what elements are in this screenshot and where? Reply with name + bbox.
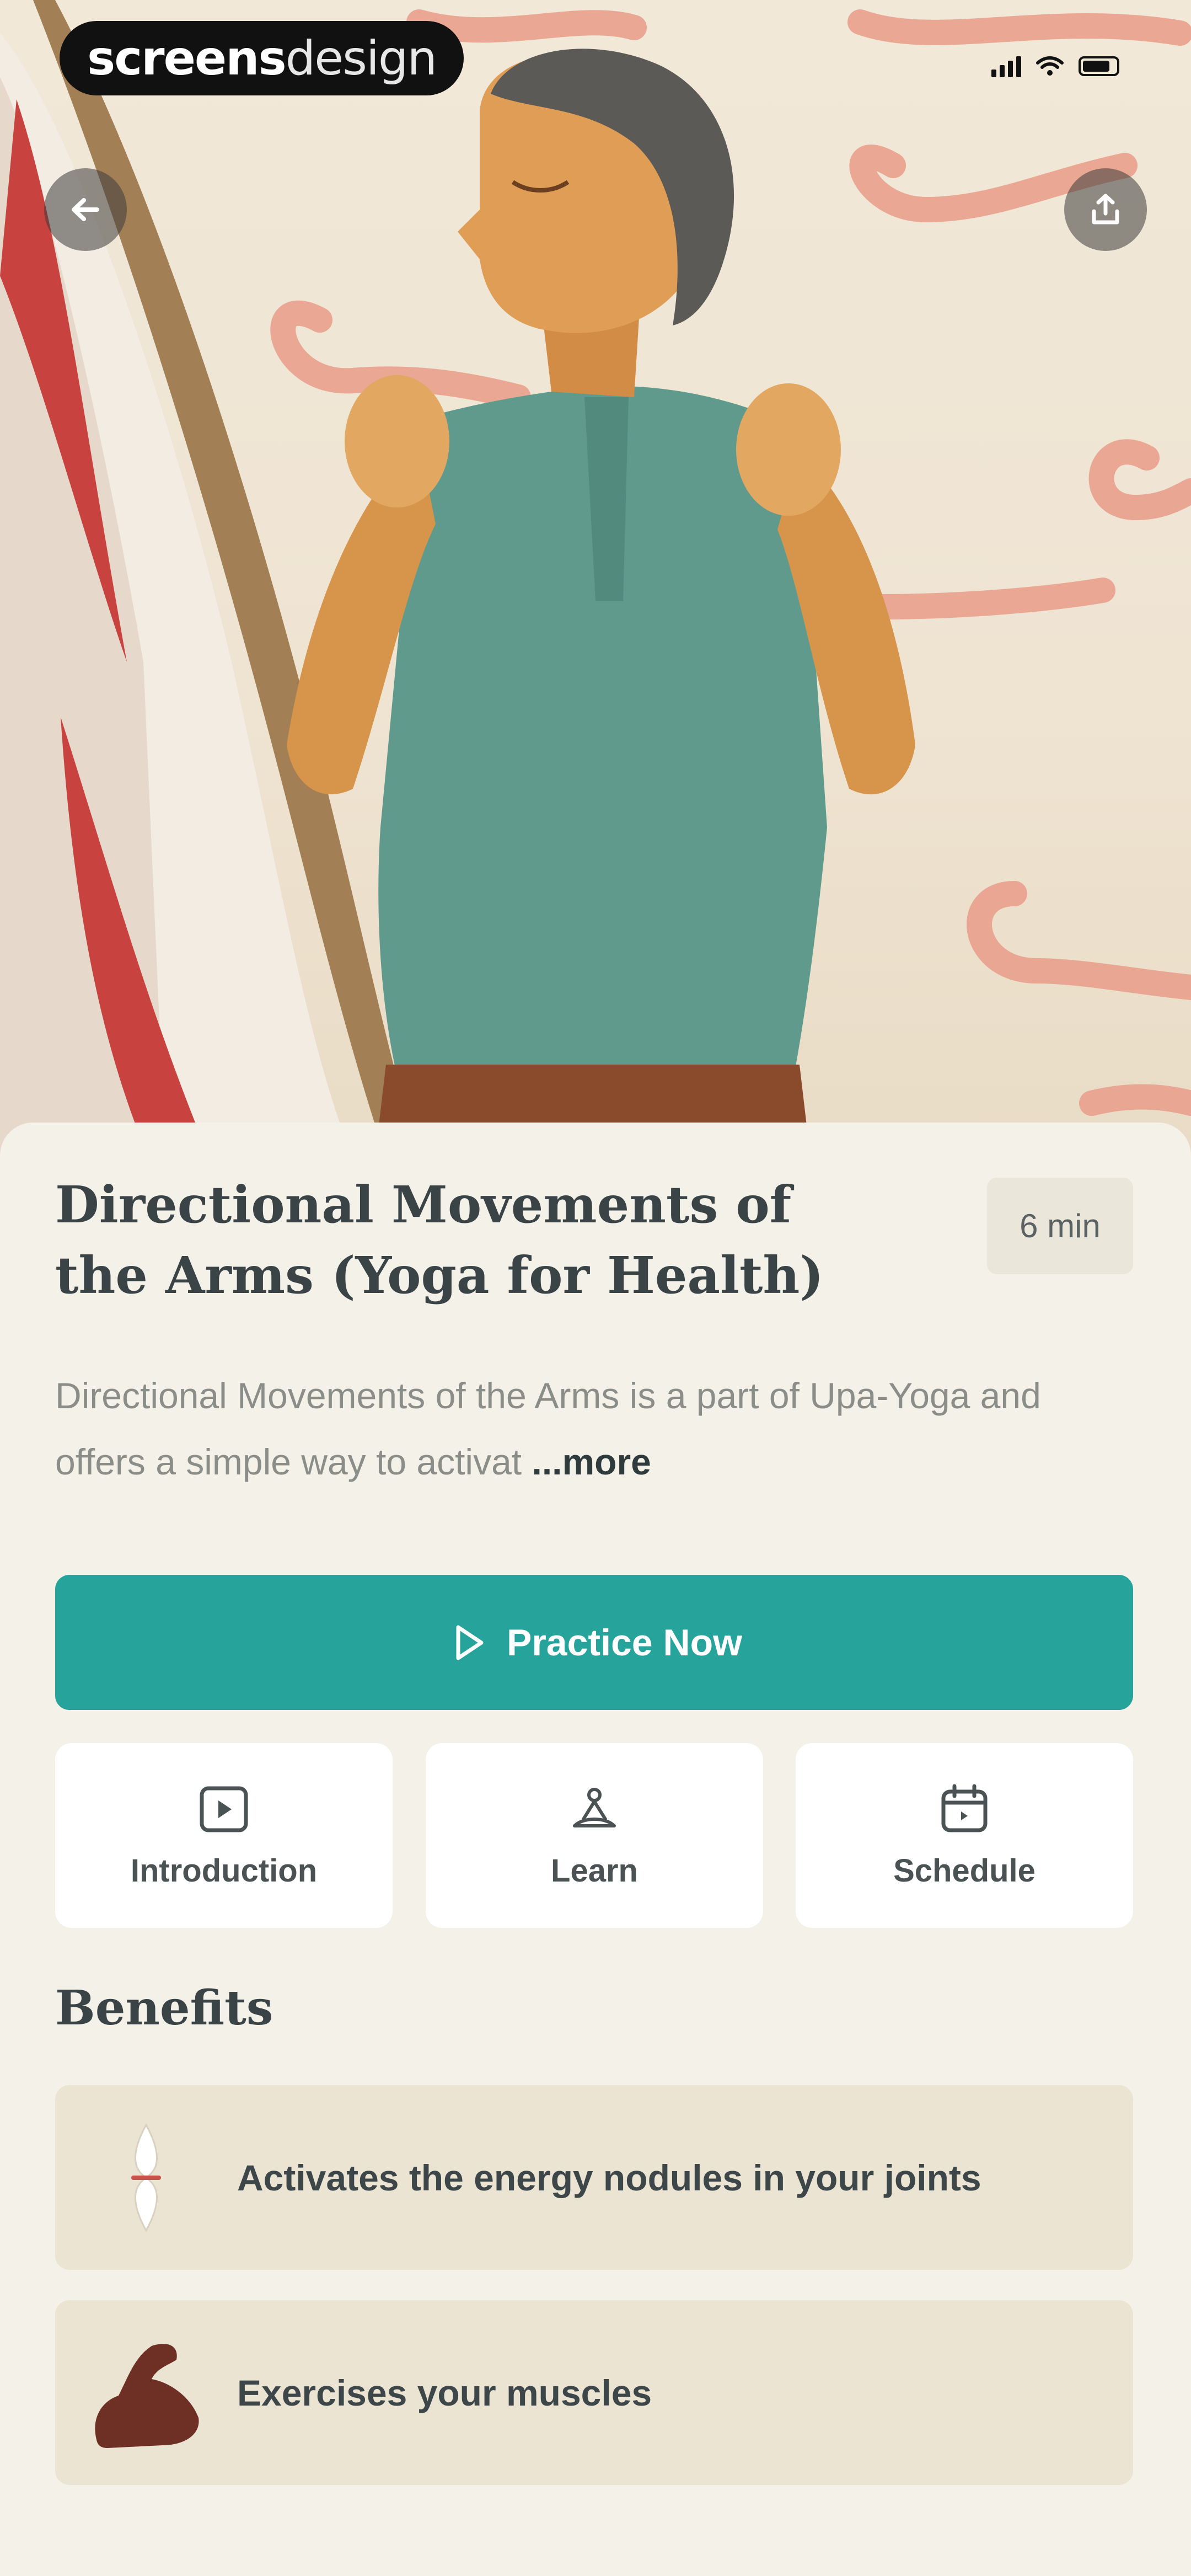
benefits-heading: Benefits [55,1980,273,2036]
signal-icon [991,55,1021,77]
back-button[interactable] [44,168,127,251]
session-description: Directional Movements of the Arms is a p… [55,1362,1130,1495]
more-link[interactable]: ...more [532,1441,651,1482]
benefit-item: Exercises your muscles [55,2300,1133,2485]
learn-label: Learn [551,1853,638,1889]
wifi-icon [1036,56,1064,76]
duration-badge: 6 min [987,1178,1133,1274]
introduction-label: Introduction [130,1853,318,1889]
battery-icon [1079,56,1119,76]
hero-illustration [0,0,1191,1158]
benefit-item: Activates the energy nodules in your joi… [55,2085,1133,2270]
practice-now-button[interactable]: Practice Now [55,1575,1133,1710]
watermark-bold: screens [87,30,287,86]
introduction-button[interactable]: Introduction [55,1743,393,1928]
play-square-icon [200,1786,248,1832]
benefit-text: Exercises your muscles [237,2372,652,2413]
benefit-text: Activates the energy nodules in your joi… [237,2157,981,2198]
session-title: Directional Movements of the Arms (Yoga … [55,1175,824,1305]
calendar-icon [941,1784,988,1832]
arrow-left-icon [72,198,99,221]
schedule-button[interactable]: Schedule [796,1743,1133,1928]
schedule-label: Schedule [893,1853,1036,1889]
learn-button[interactable]: Learn [426,1743,763,1928]
screensdesign-watermark: screens design [60,21,464,95]
joint-icon [131,2123,161,2232]
muscle-icon [95,2343,199,2448]
yoga-figure-illustration [0,0,1191,1158]
play-icon [456,1625,484,1660]
status-bar [991,55,1119,77]
share-icon [1092,194,1119,225]
watermark-light: design [285,30,437,86]
practice-now-label: Practice Now [506,1621,743,1664]
meditation-icon [573,1788,616,1827]
share-button[interactable] [1064,168,1147,251]
